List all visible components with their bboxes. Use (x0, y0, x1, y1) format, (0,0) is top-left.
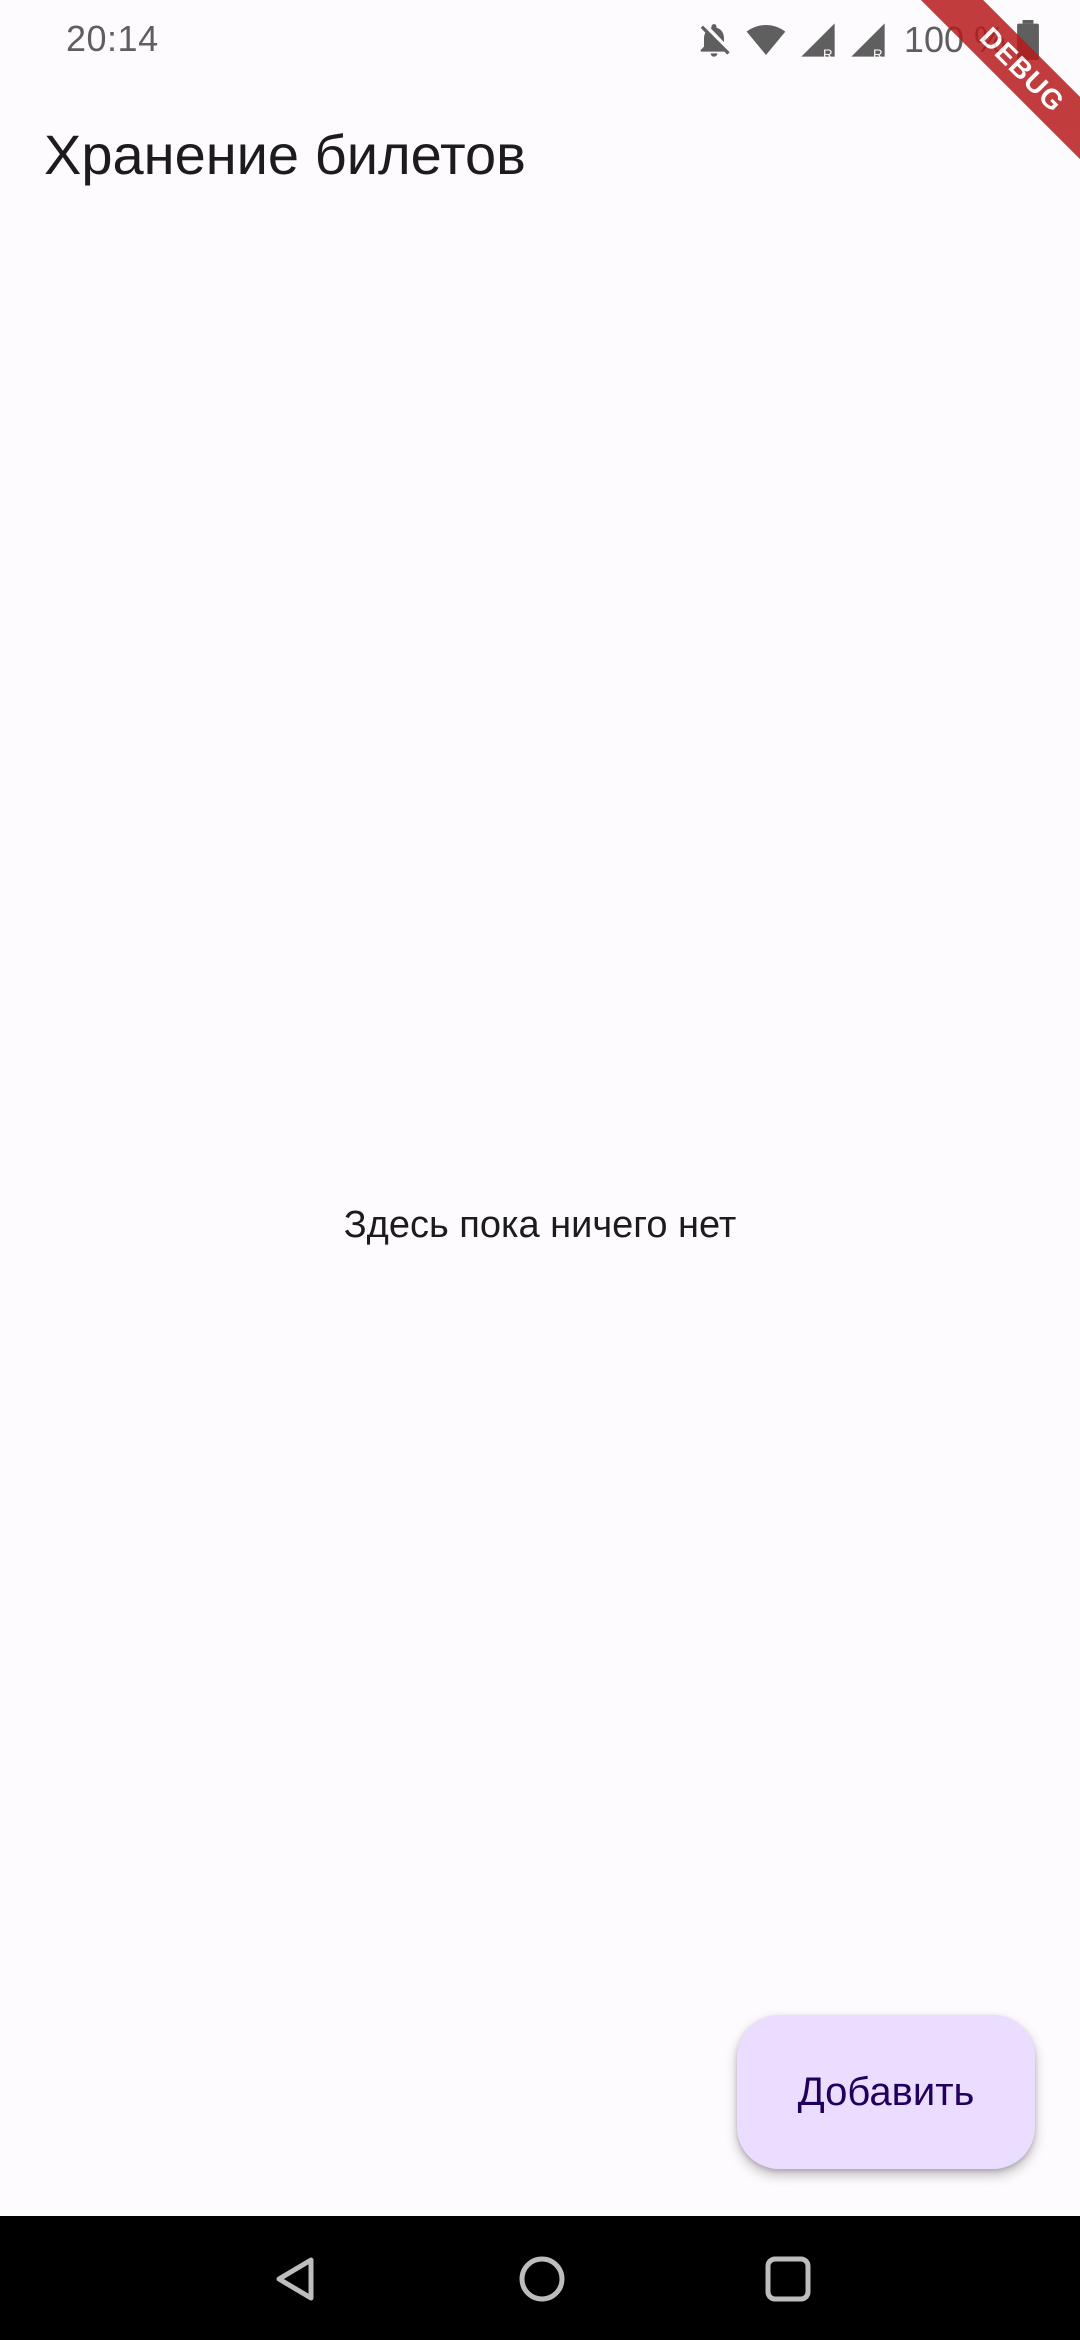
status-time: 20:14 (66, 18, 159, 59)
app-screen: 20:14 R R 100 % DEBUG Хранение билетов З… (0, 0, 1080, 2340)
empty-state-message: Здесь пока ничего нет (343, 1204, 737, 1246)
status-icons: R R 100 % (694, 18, 1040, 62)
back-icon[interactable] (271, 2254, 321, 2304)
battery-icon (1016, 20, 1040, 60)
page-title: Хранение билетов (44, 123, 526, 186)
wifi-icon (744, 20, 788, 60)
app-bar: Хранение билетов (0, 84, 1080, 228)
svg-text:R: R (873, 46, 883, 60)
battery-percent: 100 % (903, 19, 1006, 60)
status-bar: 20:14 R R 100 % (0, 0, 1080, 84)
recents-icon[interactable] (763, 2254, 813, 2304)
signal-icon: R (798, 20, 838, 60)
system-nav-bar (0, 2216, 1080, 2340)
bell-off-icon (694, 20, 734, 60)
signal-icon: R (848, 20, 888, 60)
home-icon[interactable] (517, 2254, 567, 2304)
svg-text:R: R (823, 46, 833, 60)
add-button[interactable]: Добавить (737, 2015, 1035, 2169)
